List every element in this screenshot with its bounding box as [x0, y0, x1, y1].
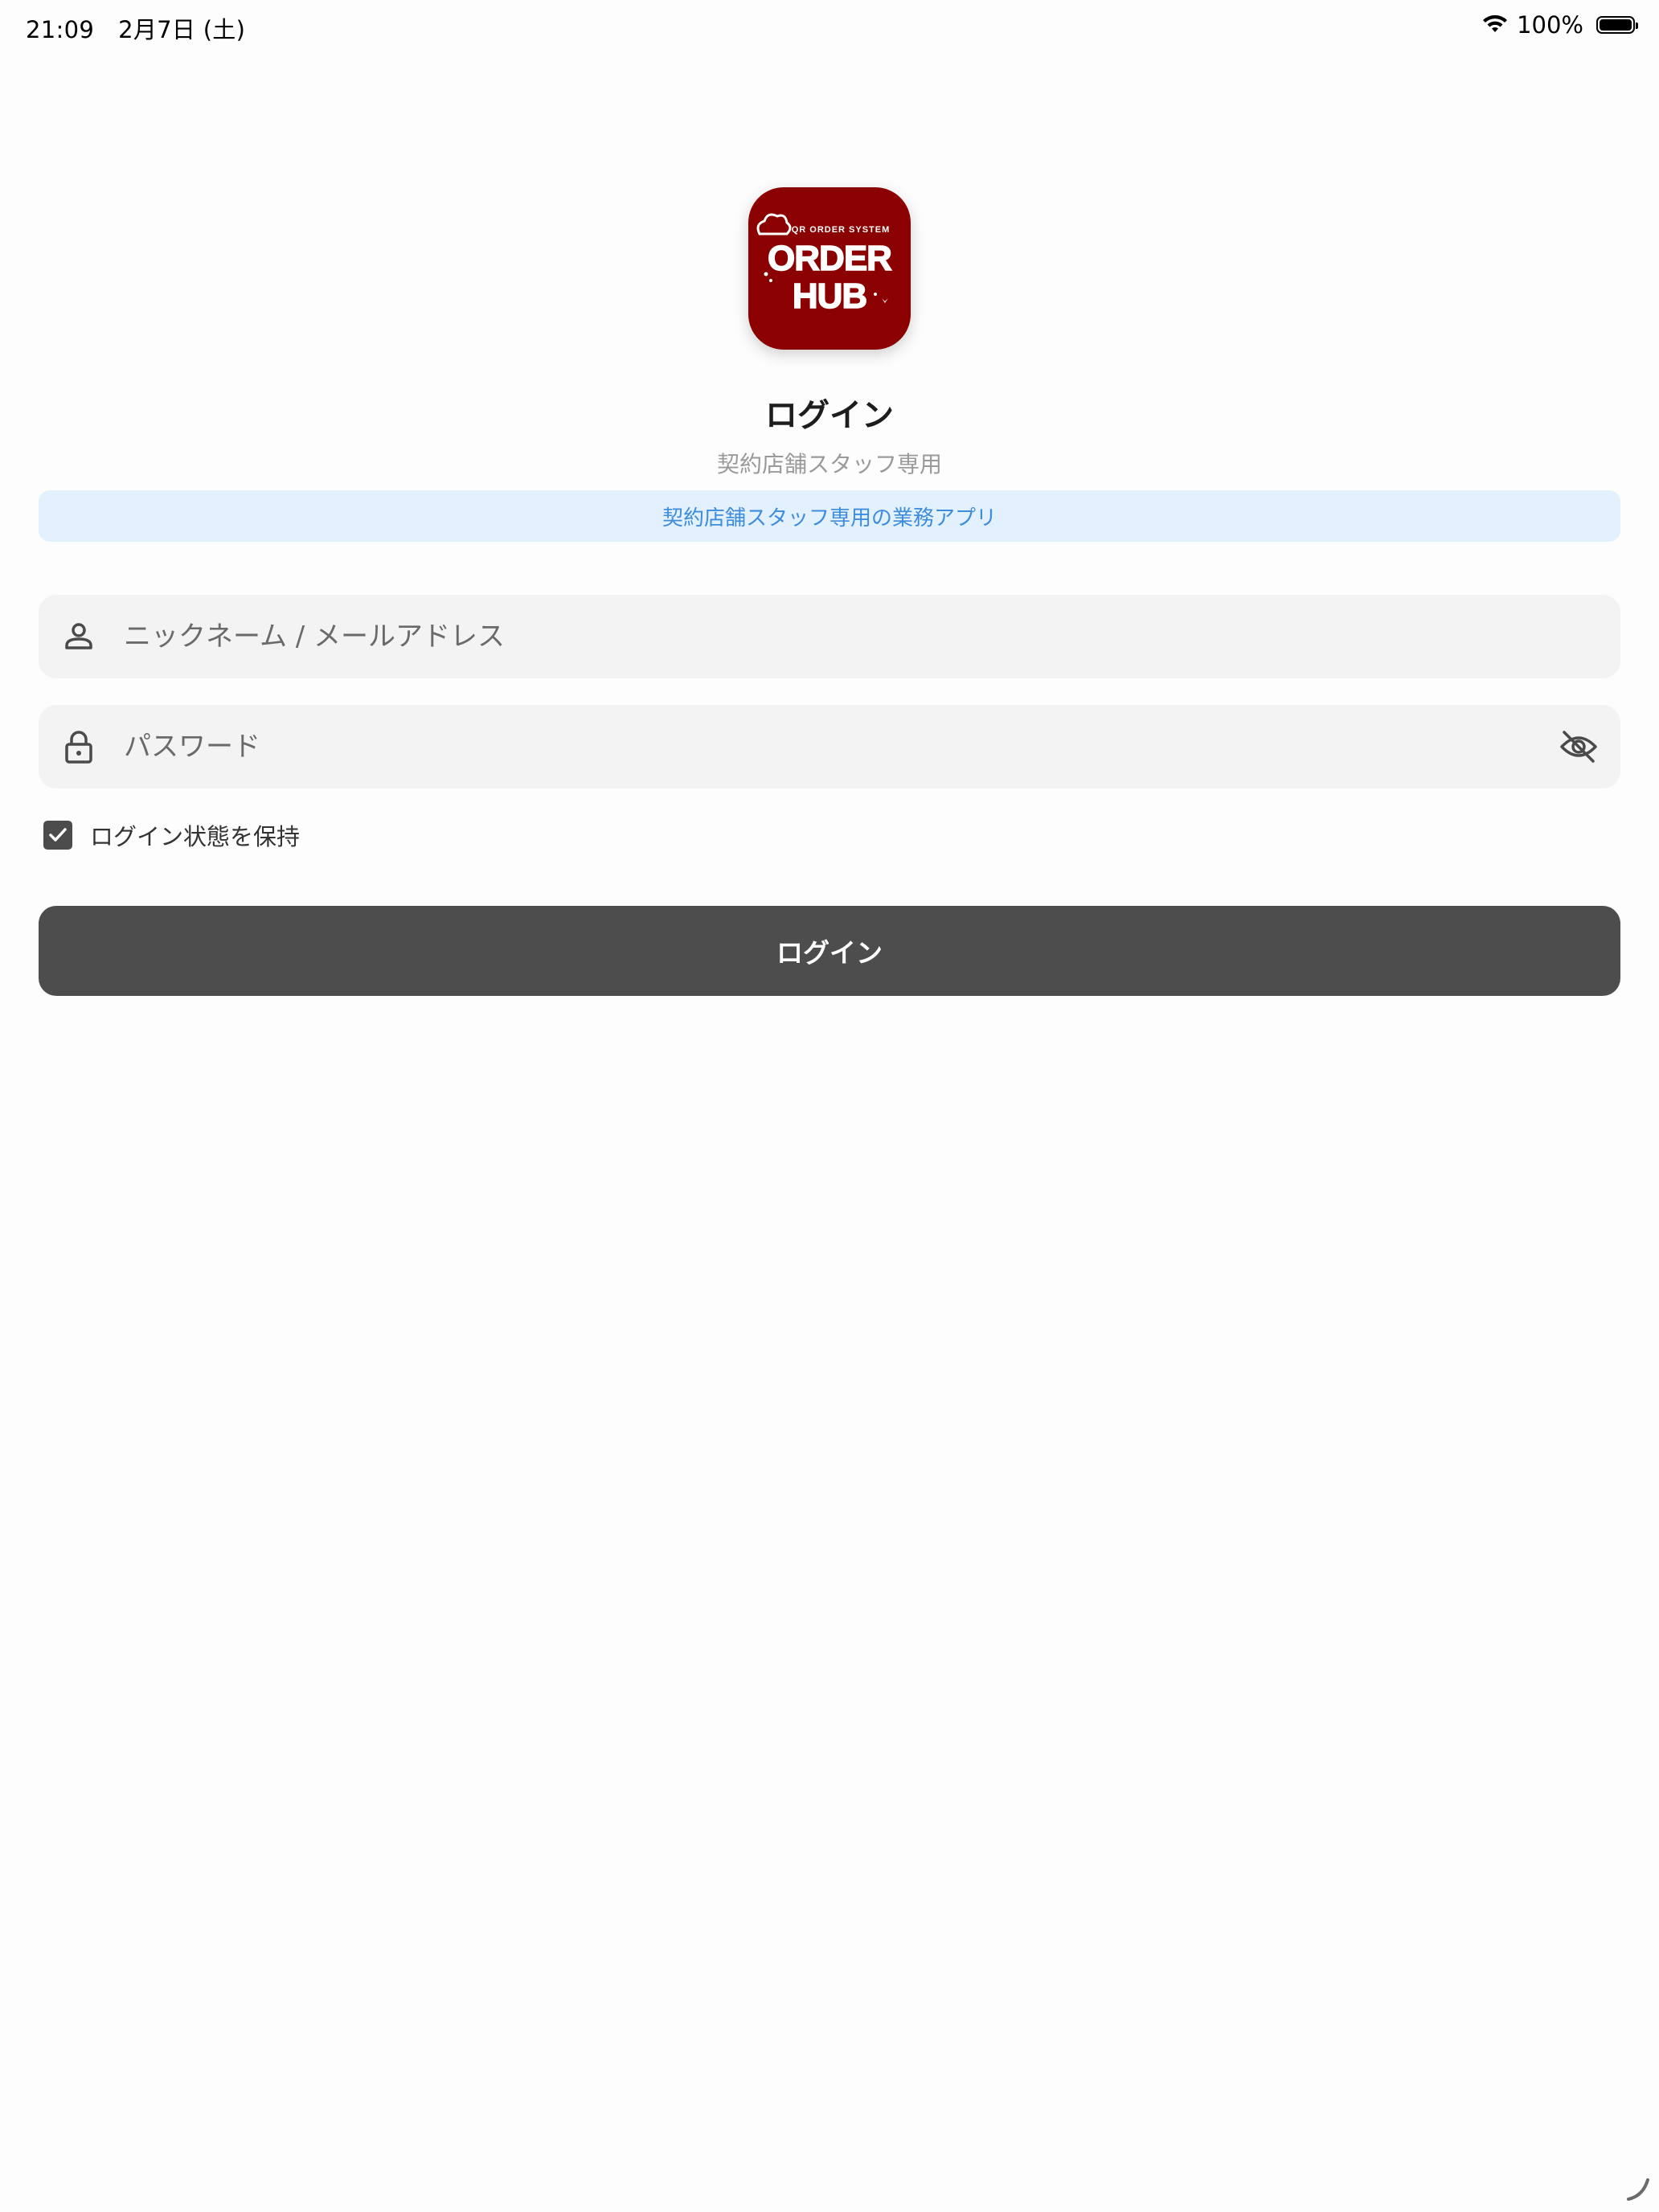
login-button[interactable]: ログイン: [39, 906, 1620, 996]
password-field[interactable]: [39, 705, 1620, 789]
logo-line1: ORDER: [768, 239, 891, 278]
status-bar: 21:09 2月7日 (土) 100%: [0, 0, 1659, 51]
battery-icon: [1596, 16, 1638, 34]
wifi-icon: [1483, 14, 1508, 32]
remember-login-toggle[interactable]: ログイン状態を保持: [43, 818, 300, 852]
login-button-label: ログイン: [776, 937, 883, 969]
status-date: 2月7日 (土): [118, 16, 246, 43]
lock-icon: [65, 731, 92, 764]
eye-off-icon[interactable]: [1558, 726, 1600, 768]
chef-hat-icon: [756, 213, 792, 236]
logo-line2: HUB: [793, 276, 866, 316]
resize-handle-icon[interactable]: [1624, 2175, 1651, 2202]
page-subtitle: 契約店舗スタッフ専用: [716, 451, 942, 477]
checkmark-icon: [49, 828, 67, 842]
remember-label: ログイン状態を保持: [90, 823, 301, 850]
page-title: ログイン: [765, 397, 894, 434]
status-left: 21:09 2月7日 (土): [26, 11, 245, 45]
logo-tagline: QR ORDER SYSTEM: [792, 225, 891, 235]
info-banner: 契約店舗スタッフ専用の業務アプリ: [39, 490, 1620, 542]
person-icon: [65, 623, 92, 649]
login-screen: 21:09 2月7日 (土) 100% QR ORDER SYSTEM ORDER…: [0, 0, 1659, 2212]
username-input[interactable]: [124, 595, 1522, 678]
app-logo: QR ORDER SYSTEM ORDER HUB: [748, 187, 911, 350]
status-right: 100%: [1481, 11, 1638, 39]
password-input[interactable]: [124, 705, 1522, 789]
remember-checkbox[interactable]: [43, 821, 72, 850]
username-field[interactable]: [39, 595, 1620, 678]
battery-fill: [1600, 19, 1632, 31]
status-time: 21:09: [26, 16, 95, 43]
battery-percent: 100%: [1517, 11, 1583, 39]
order-hub-logo: QR ORDER SYSTEM ORDER HUB: [756, 213, 893, 317]
